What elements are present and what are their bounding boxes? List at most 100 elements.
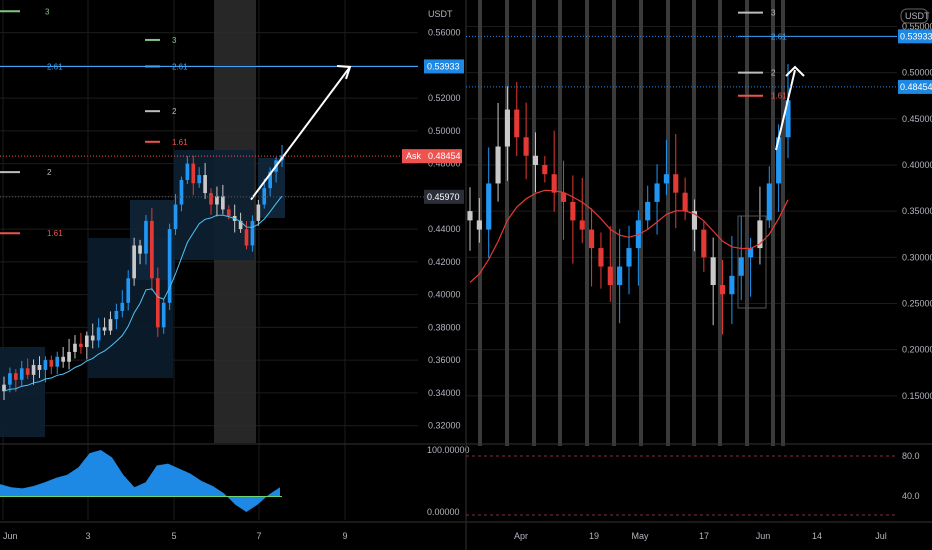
candle — [589, 229, 595, 249]
candle — [673, 174, 679, 193]
candle — [73, 343, 77, 352]
candle — [55, 356, 60, 367]
candle — [84, 335, 89, 348]
candle — [560, 192, 567, 202]
candle — [250, 220, 255, 246]
session-stripe — [745, 0, 749, 446]
candle — [8, 373, 12, 385]
x-tick-label: 19 — [589, 531, 599, 541]
candle — [663, 174, 669, 184]
y-tick-label: 0.45000 — [902, 114, 932, 124]
candle — [729, 275, 735, 295]
fib-label: 2 — [47, 168, 52, 177]
fib-label: 3 — [172, 36, 177, 45]
y-tick-label: 0.40000 — [428, 290, 461, 300]
candle — [701, 229, 707, 258]
y-tick-label: 0.15000 — [902, 391, 932, 401]
x-tick-label: 3 — [85, 531, 90, 541]
candle — [19, 368, 24, 380]
candle — [150, 220, 154, 279]
fib-label: 2 — [771, 69, 776, 78]
session-stripe — [558, 0, 562, 446]
session-stripe — [532, 0, 536, 446]
candle — [96, 327, 101, 341]
candle — [132, 245, 136, 279]
price-tag-label: 0.48454 — [900, 82, 932, 92]
candle — [209, 193, 213, 205]
candle — [598, 248, 604, 267]
session-stripe — [585, 0, 589, 446]
y-tick-label: 0.25000 — [902, 298, 932, 308]
fib-label: 2 — [172, 107, 177, 116]
x-tick-label: 9 — [342, 531, 347, 541]
candle — [144, 220, 148, 254]
candle — [221, 196, 225, 210]
price-tag-label: 0.45970 — [427, 192, 460, 202]
candle — [13, 373, 18, 380]
currency-label-left: USDT — [428, 9, 453, 19]
candle — [138, 245, 142, 254]
x-tick-label: Jun — [756, 531, 771, 541]
x-tick-label: Jun — [3, 531, 18, 541]
x-tick-label: May — [631, 531, 649, 541]
candle — [114, 310, 119, 320]
candle — [467, 211, 473, 221]
candle — [43, 360, 48, 370]
candle — [191, 163, 196, 184]
candle — [167, 229, 172, 303]
y-tick-label: 0.44000 — [428, 224, 461, 234]
session-stripe — [666, 0, 670, 446]
oscillator-lower-label: 0.00000 — [427, 507, 460, 517]
session-stripe — [718, 0, 722, 446]
candle — [766, 183, 772, 221]
chart-stage: 332.612.6121.6121.610.560000.540000.5200… — [0, 0, 932, 550]
y-tick-label: 0.38000 — [428, 322, 461, 332]
candle — [617, 266, 623, 286]
candle — [179, 179, 184, 205]
price-tag-label: 0.53933 — [427, 61, 460, 71]
candle — [495, 146, 501, 184]
candle — [79, 343, 83, 348]
candle — [61, 356, 65, 362]
candle — [476, 220, 482, 230]
candle — [710, 257, 716, 286]
candle — [197, 175, 202, 184]
price-tag-label: 0.53933 — [900, 31, 932, 41]
candle — [607, 266, 613, 286]
session-stripe — [781, 0, 785, 446]
fib-label: 1.61 — [771, 92, 787, 101]
candle — [126, 278, 131, 303]
candle — [626, 248, 632, 267]
x-tick-label: 5 — [171, 531, 176, 541]
session-stripe — [612, 0, 616, 446]
candle — [161, 302, 166, 328]
candle — [37, 365, 42, 370]
candle — [49, 360, 54, 367]
candle — [108, 319, 113, 331]
y-tick-label: 0.35000 — [902, 206, 932, 216]
candle — [102, 327, 107, 331]
x-tick-label: 14 — [812, 531, 822, 541]
y-tick-label: 0.50000 — [428, 126, 461, 136]
candle — [120, 302, 125, 311]
candle — [25, 368, 30, 375]
candle — [226, 209, 231, 216]
price-tag-prefix: Ask — [406, 151, 422, 161]
rsi-label: 80.0 — [902, 451, 920, 461]
candle — [486, 183, 492, 230]
fib-label: 3 — [771, 9, 776, 18]
candle — [155, 278, 160, 328]
candle — [682, 192, 688, 212]
fib-label: 2.61 — [771, 32, 787, 41]
y-tick-label: 0.36000 — [428, 355, 461, 365]
candle — [256, 204, 261, 221]
candle — [748, 248, 754, 258]
fib-label: 2.61 — [172, 62, 188, 71]
candle — [738, 257, 744, 276]
candle — [244, 229, 249, 246]
candle — [504, 109, 510, 147]
x-tick-label: Jul — [875, 531, 887, 541]
candle — [514, 109, 520, 138]
candle — [551, 174, 557, 193]
candle — [532, 155, 539, 165]
